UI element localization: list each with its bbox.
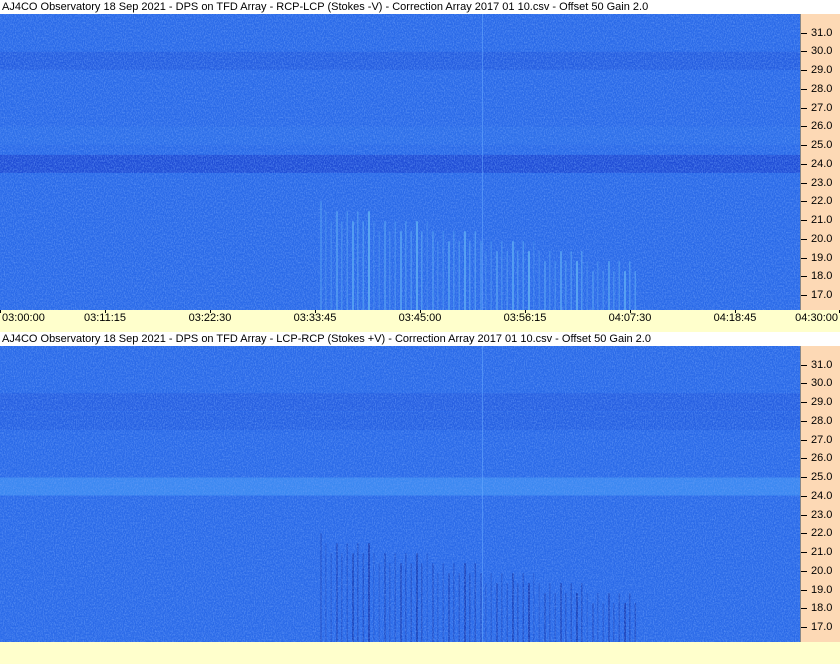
y-tick <box>801 70 807 72</box>
y-tick-label: 21.0 <box>811 214 833 227</box>
y-tick-label: 17.0 <box>811 621 833 633</box>
y-tick-label: 17.0 <box>811 289 833 301</box>
y-tick <box>801 238 807 240</box>
x-tick-label: 04:30:00 <box>795 312 838 324</box>
y-tick-label: 30.0 <box>811 45 833 58</box>
y-tick-label: 18.0 <box>811 602 833 615</box>
x-tick-label: 03:22:30 <box>188 312 232 324</box>
x-tick-label: 03:56:15 <box>503 312 547 324</box>
y-tick-label: 31.0 <box>811 358 833 371</box>
y-tick <box>801 627 807 628</box>
y-tick-label: 29.0 <box>811 396 833 409</box>
y-tick-label: 31.0 <box>811 26 833 39</box>
y-tick-label: 19.0 <box>811 583 833 596</box>
y-tick <box>801 257 807 259</box>
y-tick-label: 27.0 <box>811 433 833 446</box>
x-tick-label: 04:18:45 <box>713 312 757 324</box>
y-tick-label: 22.0 <box>811 195 833 208</box>
y-tick <box>801 276 807 278</box>
y-tick <box>801 552 807 554</box>
y-tick <box>801 51 807 53</box>
x-tick-label: 03:33:45 <box>293 312 337 324</box>
y-tick-label: 28.0 <box>811 414 833 427</box>
y-tick <box>801 533 807 535</box>
y-tick <box>801 107 807 109</box>
y-tick-label: 24.0 <box>811 489 833 502</box>
y-tick-label: 30.0 <box>811 377 833 390</box>
y-tick-label: 28.0 <box>811 82 833 95</box>
y-tick <box>801 88 807 90</box>
y-tick <box>801 145 807 147</box>
y-tick <box>801 383 807 385</box>
y-tick-label: 21.0 <box>811 546 833 559</box>
panel-2-title: AJ4CO Observatory 18 Sep 2021 - DPS on T… <box>0 332 840 346</box>
y-tick-label: 18.0 <box>811 270 833 283</box>
y-tick <box>801 220 807 222</box>
y-tick-label: 26.0 <box>811 452 833 465</box>
x-tick-label: 03:11:15 <box>83 312 127 324</box>
y-tick <box>801 182 807 184</box>
x-tick <box>0 310 1 313</box>
frequency-axis-bottom: 31.0 30.0 29.0 28.0 27.0 26.0 25.0 24.0 23.0 22.0… <box>800 346 840 642</box>
y-tick-label: 29.0 <box>811 64 833 77</box>
y-tick <box>801 201 807 203</box>
y-tick <box>801 589 807 591</box>
frequency-axis-top: 31.0 30.0 29.0 28.0 27.0 26.0 25.0 24.0 23.0 22.0… <box>800 14 840 310</box>
time-axis: 03:00:00 03:11:15 03:22:30 03:33:45 03:45:00… <box>0 310 840 332</box>
panel-1-title: AJ4CO Observatory 18 Sep 2021 - DPS on T… <box>0 0 840 14</box>
y-tick <box>801 295 807 296</box>
y-tick-label: 20.0 <box>811 232 833 245</box>
x-tick-label: 03:00:00 <box>2 312 45 324</box>
y-tick <box>801 458 807 460</box>
y-tick <box>801 163 807 165</box>
y-tick-label: 25.0 <box>811 471 833 484</box>
y-tick-label: 19.0 <box>811 251 833 264</box>
spectrogram-lcp-rcp <box>0 346 800 642</box>
y-tick-label: 20.0 <box>811 564 833 577</box>
y-tick <box>801 570 807 572</box>
y-tick-label: 26.0 <box>811 120 833 133</box>
y-tick-label: 25.0 <box>811 139 833 152</box>
x-tick-label: 04:07:30 <box>608 312 652 324</box>
y-tick <box>801 477 807 479</box>
noise-texture <box>0 346 800 642</box>
y-tick <box>801 514 807 516</box>
y-tick <box>801 439 807 441</box>
y-tick <box>801 420 807 422</box>
y-tick <box>801 364 807 366</box>
y-tick <box>801 495 807 497</box>
y-tick <box>801 32 807 34</box>
spectrogram-rcp-lcp <box>0 14 800 310</box>
time-axis-bottom-empty <box>0 642 840 664</box>
y-tick <box>801 608 807 610</box>
y-tick-label: 22.0 <box>811 527 833 540</box>
y-tick-label: 23.0 <box>811 176 833 189</box>
y-tick <box>801 126 807 128</box>
x-tick-label: 03:45:00 <box>398 312 442 324</box>
y-tick-label: 23.0 <box>811 508 833 521</box>
y-tick <box>801 402 807 404</box>
y-tick-label: 24.0 <box>811 157 833 170</box>
y-tick-label: 27.0 <box>811 101 833 114</box>
noise-texture <box>0 14 800 310</box>
